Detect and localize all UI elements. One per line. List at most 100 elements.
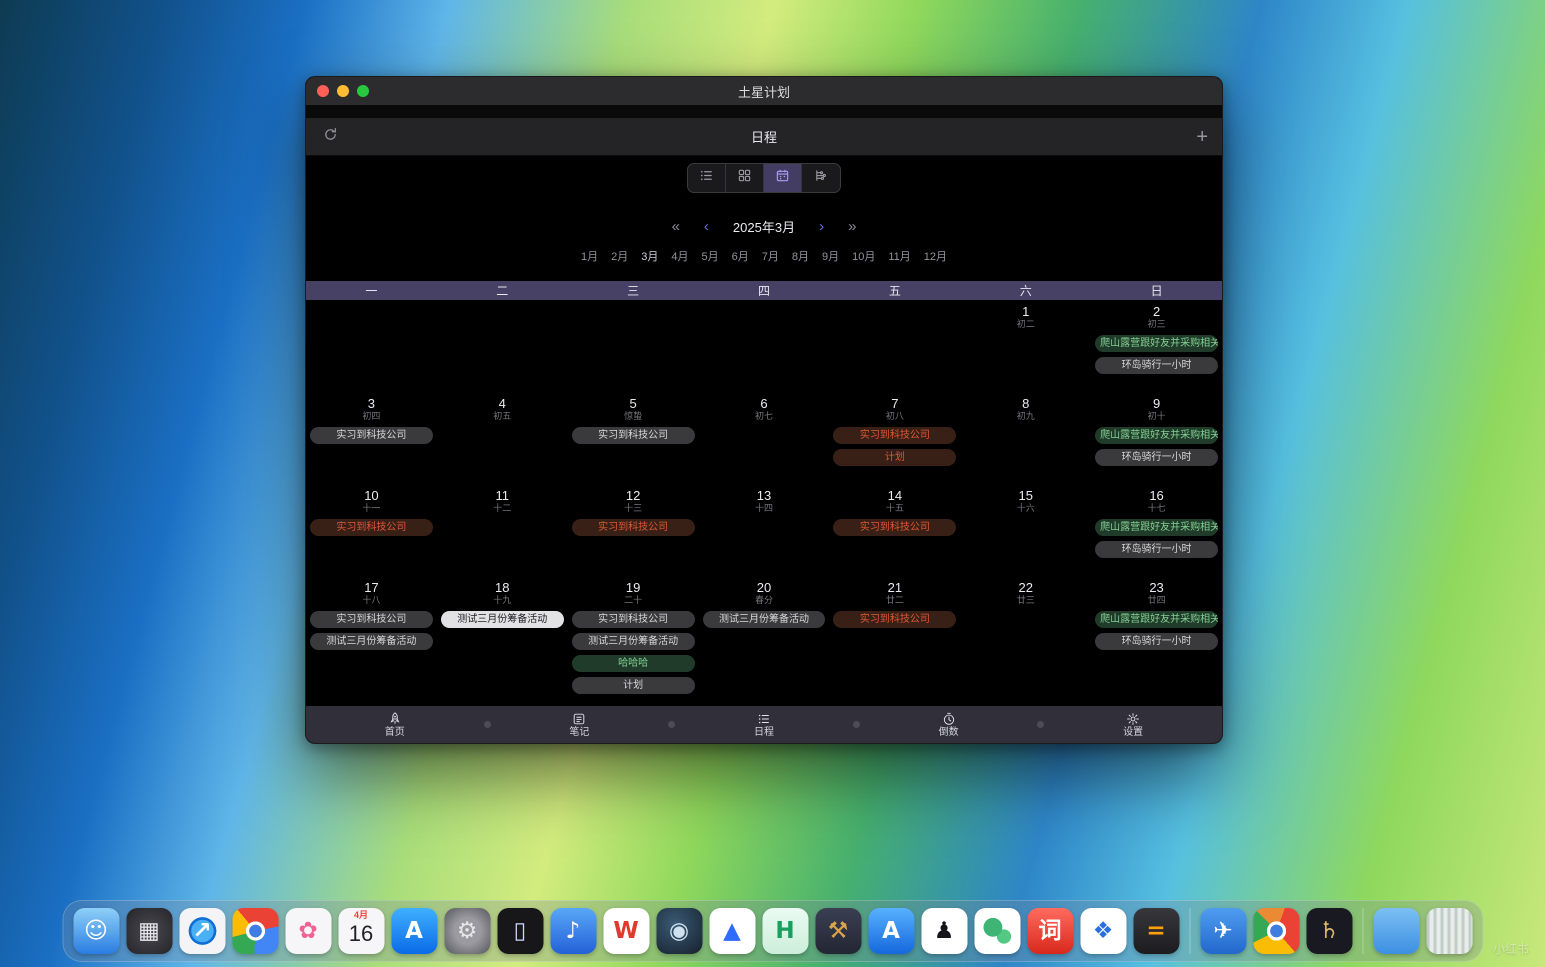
dock-icon-wps-office[interactable]: W [603, 908, 649, 954]
dock-icon-system-settings[interactable]: ⚙ [444, 908, 490, 954]
calendar-day-cell[interactable]: 6 初七 [699, 392, 830, 484]
calendar-day-cell[interactable]: 13 十四 [699, 484, 830, 576]
calendar-day-cell[interactable]: 23廿四爬山露营跟好友并采购相关物品环岛骑行一小时 [1091, 576, 1222, 706]
month-tab-6月[interactable]: 6月 [732, 251, 749, 264]
calendar-event[interactable]: 实习到科技公司 [310, 519, 433, 536]
dock-icon-dictionary[interactable]: 词 [1027, 908, 1073, 954]
calendar-event[interactable]: 爬山露营跟好友并采购相关物品 [1095, 427, 1218, 444]
close-window-button[interactable] [317, 85, 329, 97]
calendar-event[interactable]: 环岛骑行一小时 [1095, 449, 1218, 466]
view-toggle-list[interactable] [688, 164, 726, 192]
month-tab-5月[interactable]: 5月 [701, 251, 718, 264]
month-tab-10月[interactable]: 10月 [852, 251, 875, 264]
dock-icon-app-store[interactable]: A [391, 908, 437, 954]
calendar-event[interactable]: 测试三月份筹备活动 [571, 633, 695, 650]
month-tab-2月[interactable]: 2月 [611, 251, 628, 264]
view-toggle-calendar[interactable] [764, 164, 802, 192]
dock-icon-app-a-blue[interactable]: A [868, 908, 914, 954]
calendar-event[interactable]: 实习到科技公司 [310, 611, 433, 628]
refresh-button[interactable] [320, 127, 340, 147]
calendar-event[interactable]: 实习到科技公司 [571, 611, 695, 628]
dock-icon-qq[interactable]: ♟ [921, 908, 967, 954]
view-toggle-kanban[interactable] [726, 164, 764, 192]
month-tab-12月[interactable]: 12月 [924, 251, 947, 264]
prev-month-button[interactable]: ‹ [704, 219, 709, 234]
calendar-day-cell[interactable]: 7 初八 实习到科技公司 计划 [829, 392, 960, 484]
calendar-day-cell[interactable]: 20 春分 测试三月份筹备活动 [699, 576, 830, 706]
calendar-day-cell[interactable]: 5 惊蛰 实习到科技公司 [568, 392, 699, 484]
dock-icon-calendar[interactable]: 4月 16 [338, 908, 384, 954]
month-tab-3月[interactable]: 3月 [641, 251, 658, 264]
nav-item-settings[interactable]: 设置 [1123, 712, 1143, 738]
calendar-event[interactable]: 实习到科技公司 [833, 427, 957, 444]
calendar-event[interactable]: 爬山露营跟好友并采购相关物品 [1095, 519, 1218, 536]
dock-icon-chrome[interactable] [232, 908, 278, 954]
calendar-event[interactable]: 测试三月份筹备活动 [702, 611, 826, 628]
dock-icon-saturn-plan[interactable]: ♄ [1306, 908, 1352, 954]
next-year-button[interactable]: » [848, 219, 856, 234]
calendar-event[interactable]: 计划 [833, 449, 957, 466]
calendar-day-cell[interactable]: 21 廿二 实习到科技公司 [829, 576, 960, 706]
dock-icon-calculator[interactable]: = [1133, 908, 1179, 954]
calendar-event[interactable]: 爬山露营跟好友并采购相关物品 [1095, 611, 1218, 628]
dock-icon-downloads-folder[interactable] [1373, 908, 1419, 954]
dock-icon-finder[interactable]: ☺ [73, 908, 119, 954]
calendar-event[interactable]: 环岛骑行一小时 [1095, 633, 1218, 650]
calendar-day-cell[interactable]: 15 十六 [960, 484, 1091, 576]
month-tab-9月[interactable]: 9月 [822, 251, 839, 264]
dock-icon-steam[interactable]: ◉ [656, 908, 702, 954]
calendar-event[interactable]: 实习到科技公司 [833, 519, 957, 536]
dock-icon-hammer-app[interactable]: ⚒ [815, 908, 861, 954]
month-tab-8月[interactable]: 8月 [792, 251, 809, 264]
month-tab-11月[interactable]: 11月 [888, 251, 910, 264]
calendar-event[interactable]: 实习到科技公司 [571, 427, 695, 444]
dock-icon-windows-app[interactable]: ❖ [1080, 908, 1126, 954]
calendar-day-cell[interactable]: 22 廿三 [960, 576, 1091, 706]
dock-icon-launchpad[interactable]: ▦ [126, 908, 172, 954]
calendar-event[interactable]: 实习到科技公司 [310, 427, 433, 444]
calendar-day-cell[interactable]: 16十七爬山露营跟好友并采购相关物品环岛骑行一小时 [1091, 484, 1222, 576]
add-event-button[interactable]: + [1196, 127, 1208, 147]
calendar-day-cell[interactable]: 1 初二 [960, 300, 1091, 392]
prev-year-button[interactable]: « [672, 219, 680, 234]
minimize-window-button[interactable] [337, 85, 349, 97]
calendar-day-cell[interactable]: 18 十九 测试三月份筹备活动 [437, 576, 568, 706]
calendar-event[interactable]: 测试三月份筹备活动 [310, 633, 433, 650]
calendar-event[interactable]: 环岛骑行一小时 [1095, 357, 1218, 374]
nav-item-home[interactable]: 首页 [385, 711, 405, 738]
dock-icon-iphone-mirroring[interactable]: ▯ [497, 908, 543, 954]
calendar-event[interactable]: 哈哈哈 [571, 655, 695, 672]
dock-icon-browser[interactable] [1253, 908, 1299, 954]
month-tab-7月[interactable]: 7月 [762, 251, 779, 264]
calendar-day-cell[interactable]: 2初三爬山露营跟好友并采购相关物品环岛骑行一小时 [1091, 300, 1222, 392]
dock-icon-wechat[interactable] [974, 908, 1020, 954]
nav-item-countdown[interactable]: 倒数 [939, 712, 959, 738]
calendar-day-cell[interactable]: 8 初九 [960, 392, 1091, 484]
calendar-day-cell[interactable]: 4 初五 [437, 392, 568, 484]
next-month-button[interactable]: › [819, 219, 824, 234]
calendar-day-cell[interactable]: 14 十五 实习到科技公司 [829, 484, 960, 576]
calendar-event[interactable]: 爬山露营跟好友并采购相关物品 [1095, 335, 1218, 352]
dock-icon-safari[interactable]: ↗ [179, 908, 225, 954]
calendar-day-cell[interactable]: 3 初四 实习到科技公司 [306, 392, 437, 484]
dock-icon-trash[interactable] [1426, 908, 1472, 954]
month-tab-1月[interactable]: 1月 [581, 251, 598, 264]
calendar-day-cell[interactable]: 10 十一 实习到科技公司 [306, 484, 437, 576]
calendar-event[interactable]: 实习到科技公司 [571, 519, 695, 536]
view-toggle-timeline[interactable] [802, 164, 840, 192]
dock-icon-h-app[interactable]: H [762, 908, 808, 954]
dock-icon-drive-app[interactable]: ▲ [709, 908, 755, 954]
calendar-day-cell[interactable]: 12 十三 实习到科技公司 [568, 484, 699, 576]
nav-item-notes[interactable]: 笔记 [569, 712, 589, 738]
nav-item-schedule[interactable]: 日程 [754, 712, 774, 738]
zoom-window-button[interactable] [357, 85, 369, 97]
dock-icon-plane-app[interactable]: ✈ [1200, 908, 1246, 954]
dock-icon-photos[interactable]: ✿ [285, 908, 331, 954]
calendar-event[interactable]: 测试三月份筹备活动 [440, 611, 564, 628]
dock-icon-music-app[interactable]: ♪ [550, 908, 596, 954]
calendar-event[interactable]: 环岛骑行一小时 [1095, 541, 1218, 558]
calendar-day-cell[interactable]: 9初十爬山露营跟好友并采购相关物品环岛骑行一小时 [1091, 392, 1222, 484]
calendar-event[interactable]: 实习到科技公司 [833, 611, 957, 628]
calendar-day-cell[interactable]: 19 二十 实习到科技公司 测试三月份筹备活动 哈哈哈 计划 [568, 576, 699, 706]
calendar-day-cell[interactable]: 17 十八 实习到科技公司 测试三月份筹备活动 [306, 576, 437, 706]
